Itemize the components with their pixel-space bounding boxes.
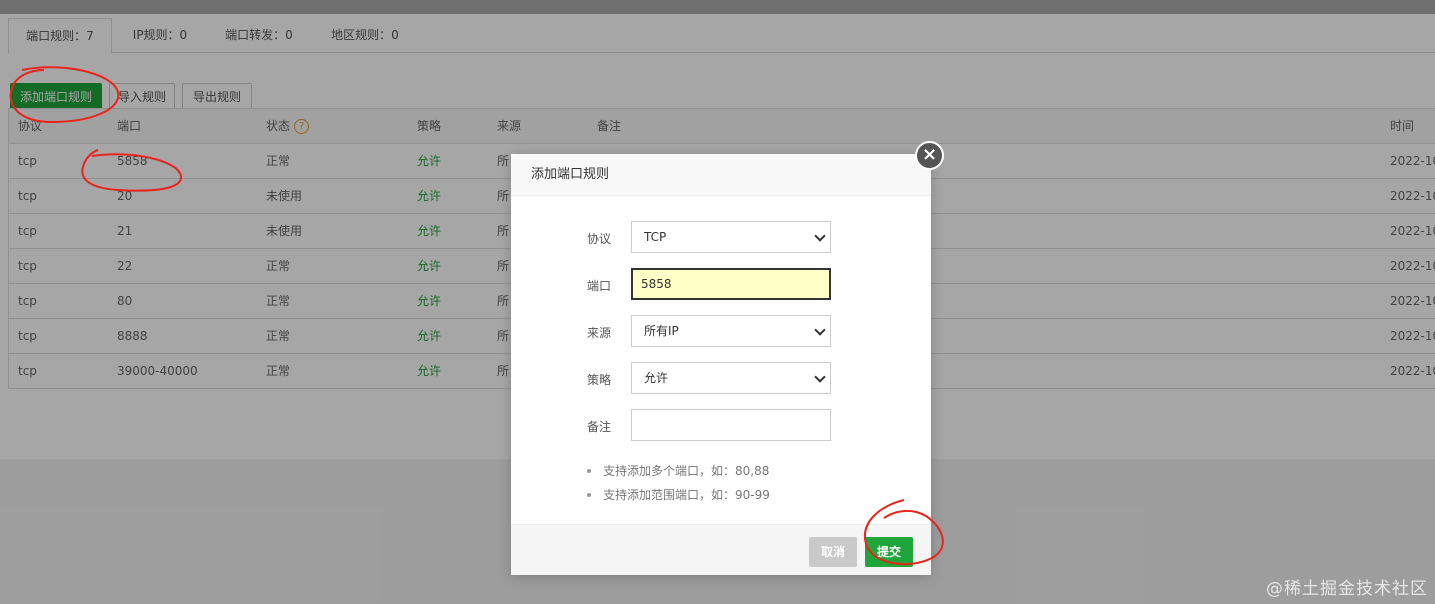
protocol-select[interactable]: TCP [631, 221, 831, 253]
protocol-label: 协议 [586, 232, 611, 246]
port-label: 端口 [586, 279, 611, 293]
add-port-rule-dialog: 添加端口规则 协议 TCP 端口 5858 来源 所有IP 策略 允许 备注 支… [511, 154, 931, 575]
watermark: @稀土掘金技术社区 [1266, 579, 1428, 599]
dialog-footer: 取消 提交 [511, 524, 931, 575]
dialog-title: 添加端口规则 [531, 167, 610, 182]
cancel-button[interactable]: 取消 [809, 537, 857, 567]
policy-label: 策略 [586, 373, 611, 387]
tip-item: 支持添加范围端口，如：90-99 [583, 483, 770, 507]
tips-list: 支持添加多个端口，如：80,88 支持添加范围端口，如：90-99 [583, 459, 770, 507]
port-input[interactable]: 5858 [631, 268, 831, 300]
note-label: 备注 [586, 420, 611, 434]
tip-item: 支持添加多个端口，如：80,88 [583, 459, 770, 483]
source-label: 来源 [586, 326, 611, 340]
note-input[interactable] [631, 409, 831, 441]
submit-button[interactable]: 提交 [865, 537, 913, 567]
dialog-header: 添加端口规则 [511, 154, 931, 196]
close-dialog-button[interactable]: × [915, 141, 944, 170]
source-select[interactable]: 所有IP [631, 315, 831, 347]
policy-select[interactable]: 允许 [631, 362, 831, 394]
